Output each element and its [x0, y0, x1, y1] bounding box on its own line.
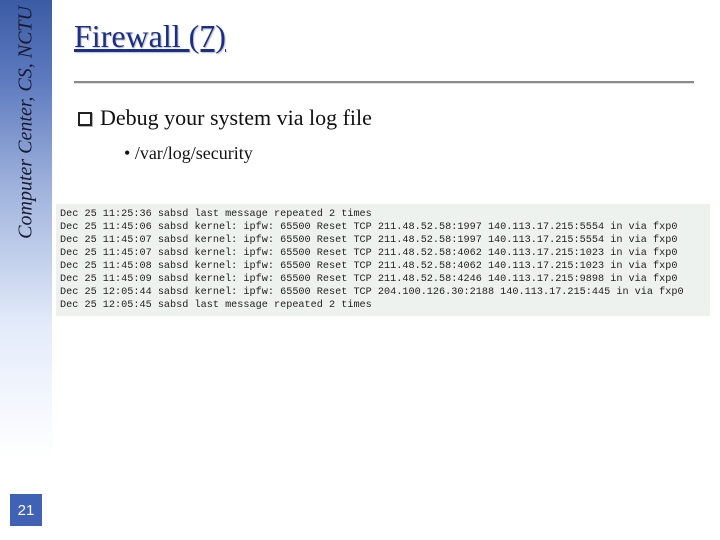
sidebar-label-container: Computer Center, CS, NCTU: [15, 6, 38, 239]
slide-title: Firewall (7): [74, 18, 704, 55]
checkbox-icon: [78, 112, 92, 126]
page-number: 21: [10, 494, 42, 526]
title-divider: [74, 81, 694, 83]
log-line: Dec 25 11:25:36 sabsd last message repea…: [60, 209, 372, 220]
sidebar-label: Computer Center, CS, NCTU: [15, 6, 38, 239]
log-line: Dec 25 11:45:09 sabsd kernel: ipfw: 6550…: [60, 274, 677, 285]
log-output: Dec 25 11:25:36 sabsd last message repea…: [56, 204, 710, 316]
bullet-sub: /var/log/security: [74, 143, 704, 164]
sidebar: Computer Center, CS, NCTU: [0, 0, 52, 540]
log-line: Dec 25 11:45:07 sabsd kernel: ipfw: 6550…: [60, 248, 677, 259]
slide: Computer Center, CS, NCTU 21 Firewall (7…: [0, 0, 720, 540]
log-line: Dec 25 12:05:44 sabsd kernel: ipfw: 6550…: [60, 287, 684, 298]
log-line: Dec 25 11:45:07 sabsd kernel: ipfw: 6550…: [60, 235, 677, 246]
log-line: Dec 25 11:45:08 sabsd kernel: ipfw: 6550…: [60, 261, 677, 272]
log-line: Dec 25 12:05:45 sabsd last message repea…: [60, 300, 372, 311]
bullet-main: Debug your system via log file: [74, 105, 704, 131]
log-line: Dec 25 11:45:06 sabsd kernel: ipfw: 6550…: [60, 222, 677, 233]
content-area: Firewall (7) Debug your system via log f…: [74, 18, 704, 178]
bullet-main-text: Debug your system via log file: [100, 105, 372, 130]
